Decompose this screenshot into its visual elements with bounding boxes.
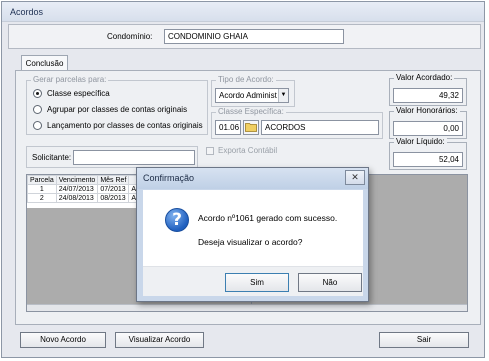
valor-liquido-label: Valor Líquido: xyxy=(394,137,447,146)
column-header[interactable]: Mês Ref xyxy=(97,175,130,185)
tipo-acordo-group: Tipo de Acordo: Acordo Administ ▼ xyxy=(211,75,295,107)
horizontal-scrollbar[interactable] xyxy=(27,304,467,311)
table-cell: 07/2013 xyxy=(97,184,130,194)
confirmacao-dialog: Confirmação ✕ ? Acordo nº1061 gerado com… xyxy=(136,167,369,302)
radio-icon xyxy=(33,105,42,114)
tipo-acordo-title: Tipo de Acordo: xyxy=(216,75,276,84)
dialog-question: Deseja visualizar o acordo? xyxy=(198,237,303,247)
tipo-acordo-value: Acordo Administ xyxy=(219,91,277,100)
folder-lookup-button[interactable] xyxy=(243,120,259,135)
valor-acordado-group: Valor Acordado: 49,32 xyxy=(389,73,467,106)
table-cell: 08/2013 xyxy=(97,193,130,203)
visualizar-acordo-button[interactable]: Visualizar Acordo xyxy=(115,332,204,348)
table-cell: 2 xyxy=(27,193,57,203)
parcelas-table: Parcela Vencimento Mês Ref 1 24/07/2013 … xyxy=(27,175,150,203)
gerar-parcelas-group: Gerar parcelas para: Classe específica A… xyxy=(26,75,208,135)
radio-agrupar-classes[interactable]: Agrupar por classes de contas originais xyxy=(33,104,187,115)
radio-icon xyxy=(33,121,42,130)
nao-button[interactable]: Não xyxy=(298,273,362,292)
solicitante-label: Solicitante: xyxy=(32,153,72,162)
novo-acordo-button[interactable]: Novo Acordo xyxy=(20,332,106,348)
radio-classe-especifica[interactable]: Classe específica xyxy=(33,88,110,99)
dialog-body: ? Acordo nº1061 gerado com sucesso. Dese… xyxy=(143,190,363,266)
radio-label: Agrupar por classes de contas originais xyxy=(47,105,188,114)
valor-acordado-label: Valor Acordado: xyxy=(394,73,455,82)
solicitante-field[interactable] xyxy=(73,150,195,165)
grid-empty-area xyxy=(27,208,145,305)
chevron-down-icon[interactable]: ▼ xyxy=(278,89,288,102)
valor-honorarios-field[interactable]: 0,00 xyxy=(393,121,463,136)
condominio-field[interactable]: CONDOMINIO GHAIA xyxy=(164,29,344,44)
exporta-contabil-label: Exporta Contábil xyxy=(218,146,278,155)
solicitante-group: Solicitante: xyxy=(26,146,198,168)
table-cell: 24/08/2013 xyxy=(55,193,99,203)
dialog-message: Acordo nº1061 gerado com sucesso. xyxy=(198,213,338,223)
valor-liquido-field[interactable]: 52,04 xyxy=(393,152,463,167)
column-header[interactable]: Vencimento xyxy=(55,175,99,185)
tab-conclusao[interactable]: Conclusão xyxy=(21,55,68,71)
radio-label: Lançamento por classes de contas origina… xyxy=(47,121,203,130)
table-row[interactable]: 2 24/08/2013 08/2013 A xyxy=(27,193,150,203)
classe-code-field[interactable]: 01.06 xyxy=(215,120,241,135)
folder-icon xyxy=(245,123,257,132)
valor-honorarios-group: Valor Honorários: 0,00 xyxy=(389,106,467,139)
sim-button[interactable]: Sim xyxy=(225,273,289,292)
close-icon[interactable]: ✕ xyxy=(345,170,365,185)
column-header[interactable]: Parcela xyxy=(27,175,57,185)
valor-liquido-group: Valor Líquido: 52,04 xyxy=(389,137,467,170)
table-cell: 24/07/2013 xyxy=(55,184,99,194)
gerar-parcelas-title: Gerar parcelas para: xyxy=(31,75,109,84)
dialog-footer: Sim Não xyxy=(143,266,363,296)
classe-name-field[interactable]: ACORDOS xyxy=(261,120,379,135)
dialog-title: Confirmação xyxy=(143,173,195,183)
window-title: Acordos xyxy=(10,7,44,17)
sair-button[interactable]: Sair xyxy=(379,332,469,348)
checkbox-icon xyxy=(206,147,214,155)
valor-acordado-field[interactable]: 49,32 xyxy=(393,88,463,103)
table-row[interactable]: 1 24/07/2013 07/2013 A xyxy=(27,184,150,194)
radio-label: Classe específica xyxy=(47,89,110,98)
table-header-row: Parcela Vencimento Mês Ref xyxy=(27,175,150,185)
exporta-contabil-checkbox[interactable]: Exporta Contábil xyxy=(206,146,277,156)
tipo-acordo-select[interactable]: Acordo Administ ▼ xyxy=(215,88,289,103)
radio-lancamento-classes[interactable]: Lançamento por classes de contas origina… xyxy=(33,120,203,131)
condominio-label: Condomínio: xyxy=(107,32,153,41)
title-bar: Acordos xyxy=(2,2,484,22)
valor-honorarios-label: Valor Honorários: xyxy=(394,106,460,115)
classe-especifica-group: Classe Específica: 01.06 ACORDOS xyxy=(211,107,383,139)
radio-selected-icon xyxy=(33,89,42,98)
classe-especifica-title: Classe Específica: xyxy=(216,107,286,116)
dialog-title-bar[interactable]: Confirmação ✕ xyxy=(137,168,368,189)
question-icon: ? xyxy=(165,208,189,232)
condominio-row: Condomínio: CONDOMINIO GHAIA xyxy=(8,24,481,49)
table-cell: 1 xyxy=(27,184,57,194)
